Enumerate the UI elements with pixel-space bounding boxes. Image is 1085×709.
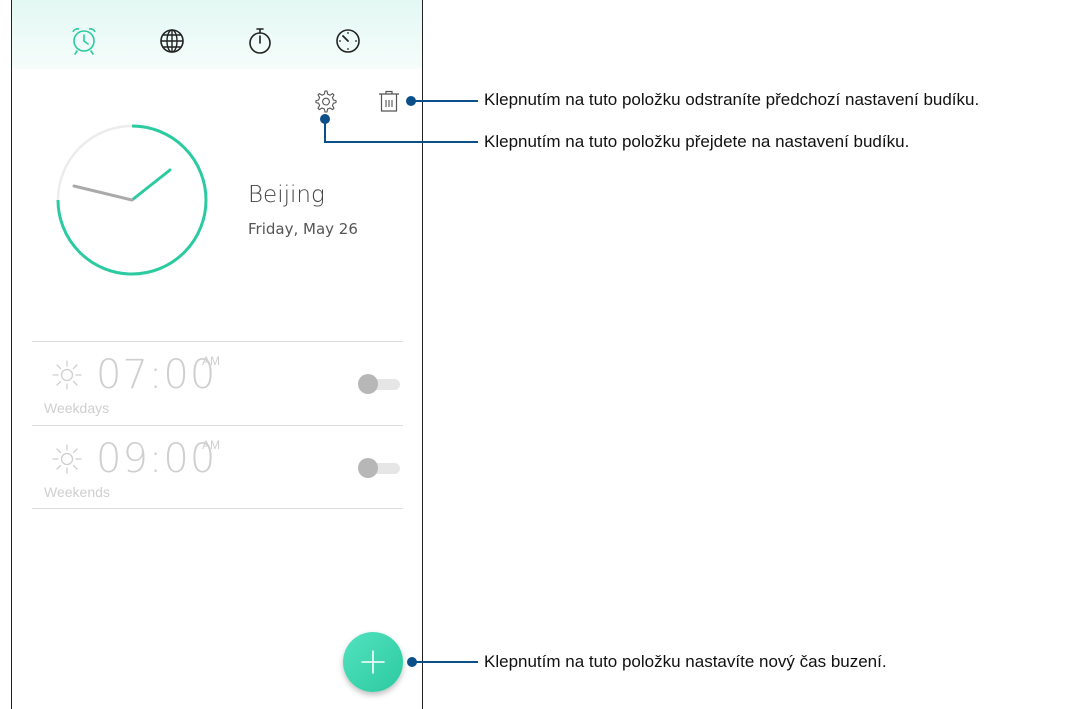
callout-add: Klepnutím na tuto položku nastavíte nový… xyxy=(484,652,887,671)
callout-delete: Klepnutím na tuto položku odstraníte pře… xyxy=(484,90,980,109)
callout-settings: Klepnutím na tuto položku přejdete na na… xyxy=(484,132,910,151)
